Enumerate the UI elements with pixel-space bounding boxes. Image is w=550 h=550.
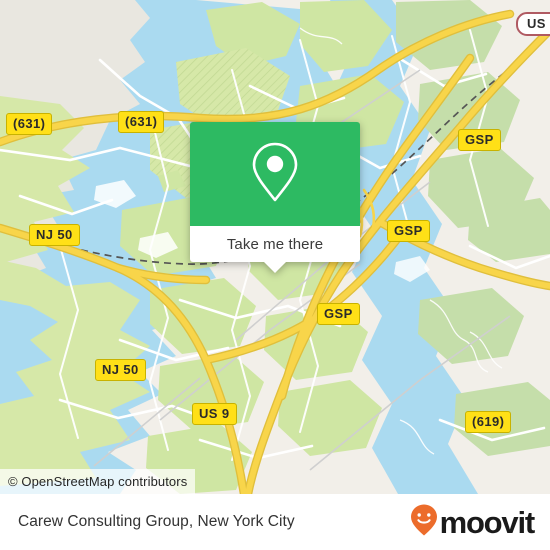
- moovit-map-screenshot: (631) (631) NJ 50 NJ 50 US 9 US 9 GSP GS…: [0, 0, 550, 550]
- location-info-card[interactable]: Take me there: [190, 122, 360, 273]
- info-card-action[interactable]: Take me there: [190, 226, 360, 273]
- info-card-pointer: [264, 262, 286, 273]
- take-me-there-label: Take me there: [226, 235, 324, 253]
- moovit-wordmark: moovit: [439, 504, 536, 540]
- info-card-header: [190, 122, 360, 226]
- map-canvas[interactable]: (631) (631) NJ 50 NJ 50 US 9 US 9 GSP GS…: [0, 0, 550, 494]
- shield-631-east: (631): [118, 111, 165, 133]
- shield-631-west: (631): [6, 113, 53, 135]
- shield-nj50-north: NJ 50: [29, 224, 80, 246]
- footer-bar: Carew Consulting Group, New York City mo…: [0, 494, 550, 550]
- shield-us9-south: US 9: [192, 403, 237, 425]
- shield-gsp-south: GSP: [317, 303, 360, 325]
- moovit-logo[interactable]: moovit: [409, 503, 536, 542]
- shield-nj50-south: NJ 50: [95, 359, 146, 381]
- shield-gsp-mid: GSP: [387, 220, 430, 242]
- map-attribution[interactable]: © OpenStreetMap contributors: [0, 469, 196, 494]
- shield-619: (619): [465, 411, 512, 433]
- attribution-text: © OpenStreetMap contributors: [8, 474, 188, 489]
- location-title: Carew Consulting Group, New York City: [18, 513, 295, 530]
- moovit-pin-smiley-icon: [409, 503, 439, 542]
- shield-us9-top: US 9: [516, 12, 550, 36]
- shield-gsp-north: GSP: [458, 129, 501, 151]
- location-pin-icon: [251, 141, 299, 208]
